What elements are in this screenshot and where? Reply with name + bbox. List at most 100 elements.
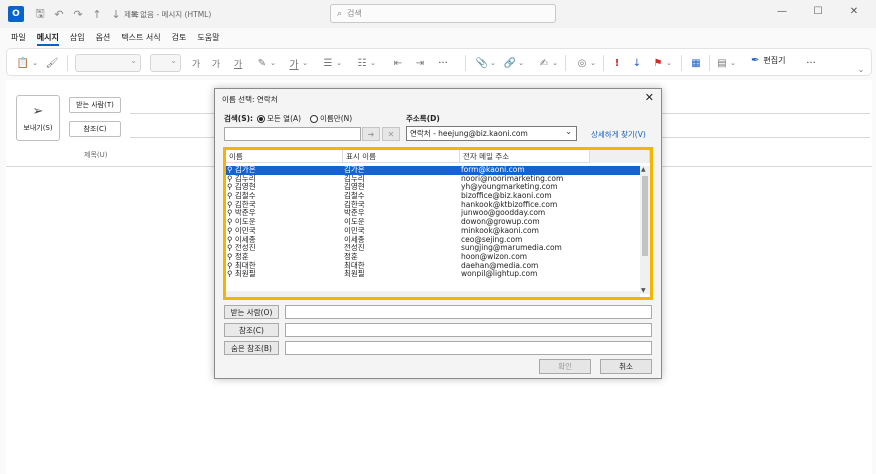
send-button[interactable]: ➢ 보내기(S) [16,95,60,141]
next-item-icon[interactable]: ↓ [108,6,124,22]
numbering-dropdown-icon[interactable]: ⌄ [369,55,377,71]
font-color-icon[interactable]: 가 [287,55,301,71]
tab-message[interactable]: 메시지 [36,32,59,46]
column-name[interactable]: 이름 [226,150,343,163]
font-color-dropdown-icon[interactable]: ⌄ [301,55,309,71]
template-icon[interactable]: ▤ [715,55,729,71]
search-label: 검색(S): [224,114,254,123]
advanced-find-link[interactable]: 상세하게 찾기(V) [591,129,646,140]
attach-dropdown-icon[interactable]: ⌄ [489,55,497,71]
radio-all-columns[interactable]: 모든 열(A) [257,113,301,124]
contact-name: ⚲ 최원필 [227,269,256,279]
grow-font-button[interactable]: 가 [189,55,203,71]
cc-recipients-button[interactable]: 참조(C) [224,323,279,337]
search-input[interactable]: ⌕ 검색 [330,4,556,23]
clear-search-button[interactable]: ✕ [382,127,400,141]
shrink-font-button[interactable]: 가 [209,55,223,71]
tab-help[interactable]: 도움말 [197,32,219,43]
link-icon[interactable]: 🔗 [503,55,517,71]
cc-button[interactable]: 참조(C) [69,121,121,137]
font-size-select[interactable] [150,54,181,72]
cc-recipients-field[interactable] [285,323,652,337]
undo-icon[interactable]: ↶ [51,6,67,22]
link-dropdown-icon[interactable]: ⌄ [517,55,525,71]
format-painter-icon[interactable]: 🖌 [45,55,59,71]
more-commands-button[interactable]: ··· [803,55,819,71]
dialog-close-button[interactable]: ✕ [645,91,654,104]
close-window-button[interactable]: ✕ [836,6,872,17]
highlight-icon[interactable]: ✎ [255,55,269,71]
to-button[interactable]: 받는 사람(T) [69,97,121,113]
contact-row[interactable]: ⚲ 김누리 김누리 noori@noorimarketing.com [226,174,640,184]
previous-item-icon[interactable]: ↑ [89,6,105,22]
bcc-recipients-field[interactable] [285,341,652,355]
apps-grid-icon[interactable]: ▦ [689,55,703,71]
contact-row[interactable]: ⚲ 전성진 전성진 sungjing@marumedia.com [226,243,640,253]
contact-row[interactable]: ⚲ 김영현 김영현 yh@youngmarketing.com [226,183,640,192]
to-recipients-button[interactable]: 받는 사람(O) [224,305,279,319]
more-font-options-button[interactable]: ··· [435,55,451,71]
contact-row[interactable]: ⚲ 김가온 김가온 form@kaoni.com [226,166,640,175]
signature-dropdown-icon[interactable]: ⌄ [551,55,559,71]
list-vertical-scrollbar[interactable]: ▲ ▼ [640,166,650,294]
go-button[interactable]: ➔ [362,127,380,141]
expand-ribbon-icon[interactable]: ⌄ [855,61,867,77]
scroll-down-icon[interactable]: ▼ [641,287,646,294]
bcc-recipients-button[interactable]: 숨은 참조(B) [224,341,279,355]
radio-name-only[interactable]: 이름만(N) [310,113,352,124]
increase-indent-icon[interactable]: ⇥ [413,55,427,71]
tab-file[interactable]: 파일 [11,32,26,43]
contact-person-icon: ⚲ [227,217,235,227]
name-search-input[interactable] [224,127,361,141]
tab-options[interactable]: 옵션 [96,32,111,43]
address-book-select[interactable]: 연락처 - heejung@biz.kaoni.com [406,126,577,141]
to-recipients-field[interactable] [285,305,652,319]
paste-dropdown-icon[interactable]: ⌄ [31,55,39,71]
signature-icon[interactable]: ✍ [537,55,551,71]
contact-name-text: 이도운 [234,217,256,227]
mention-icon[interactable]: ◎ [575,55,589,71]
bullets-icon[interactable]: ☰ [321,55,335,71]
tab-review[interactable]: 검토 [172,32,187,43]
high-importance-icon[interactable]: ! [611,55,623,71]
decrease-indent-icon[interactable]: ⇤ [391,55,405,71]
highlight-dropdown-icon[interactable]: ⌄ [269,55,277,71]
follow-up-flag-icon[interactable]: ⚑ [651,55,665,71]
template-dropdown-icon[interactable]: ⌄ [729,55,737,71]
contact-row[interactable]: ⚲ 최원필 최원필 wonpil@lightup.com [226,269,640,279]
clear-format-button[interactable]: 가 [231,55,245,71]
contact-row[interactable]: ⚲ 박준우 박준우 junwoo@goodday.com [226,209,640,218]
tab-format-text[interactable]: 텍스트 서식 [121,32,160,43]
font-name-select[interactable] [75,54,141,72]
contact-row[interactable]: ⚲ 이세종 이세종 ceo@sejing.com [226,235,640,245]
numbering-icon[interactable]: ☷ [355,55,369,71]
maximize-button[interactable]: ☐ [800,6,836,17]
bullets-dropdown-icon[interactable]: ⌄ [335,55,343,71]
editor-button[interactable]: ✒ 편집기 [751,55,785,66]
cancel-button[interactable]: 취소 [600,359,652,374]
tab-insert[interactable]: 삽입 [70,32,85,43]
paste-icon[interactable]: 📋 [15,55,31,71]
contact-row[interactable]: ⚲ 김한국 김한국 hankook@ktbizoffice.com [226,200,640,210]
scroll-up-icon[interactable]: ▲ [641,166,646,173]
contact-row[interactable]: ⚲ 최대한 최대한 daehan@media.com [226,261,640,271]
subject-label: 제목(U) [84,151,108,159]
mention-dropdown-icon[interactable]: ⌄ [589,55,597,71]
flag-dropdown-icon[interactable]: ⌄ [665,55,673,71]
scroll-thumb[interactable] [642,176,648,256]
redo-icon[interactable]: ↷ [70,6,86,22]
column-email[interactable]: 전자 메일 주소 [460,150,590,163]
contact-row[interactable]: ⚲ 김철수 김철수 bizoffice@biz.kaoni.com [226,191,640,201]
contact-row[interactable]: ⚲ 이도운 이도운 dowon@growup.com [226,217,640,227]
save-icon[interactable]: 🖫 [32,6,48,22]
contact-row[interactable]: ⚲ 정훈 정훈 hoon@wizon.com [226,252,640,262]
contact-row[interactable]: ⚲ 이민국 이민국 minkook@kaoni.com [226,226,640,236]
ok-button[interactable]: 확인 [539,359,591,374]
column-extra [590,150,650,163]
column-display-name[interactable]: 표시 이름 [343,150,460,163]
low-importance-icon[interactable]: ↓ [631,55,643,71]
list-horizontal-scrollbar[interactable] [226,291,640,297]
radio-dot [310,114,318,123]
attach-file-icon[interactable]: 📎 [475,55,489,71]
minimize-button[interactable]: — [764,6,800,17]
